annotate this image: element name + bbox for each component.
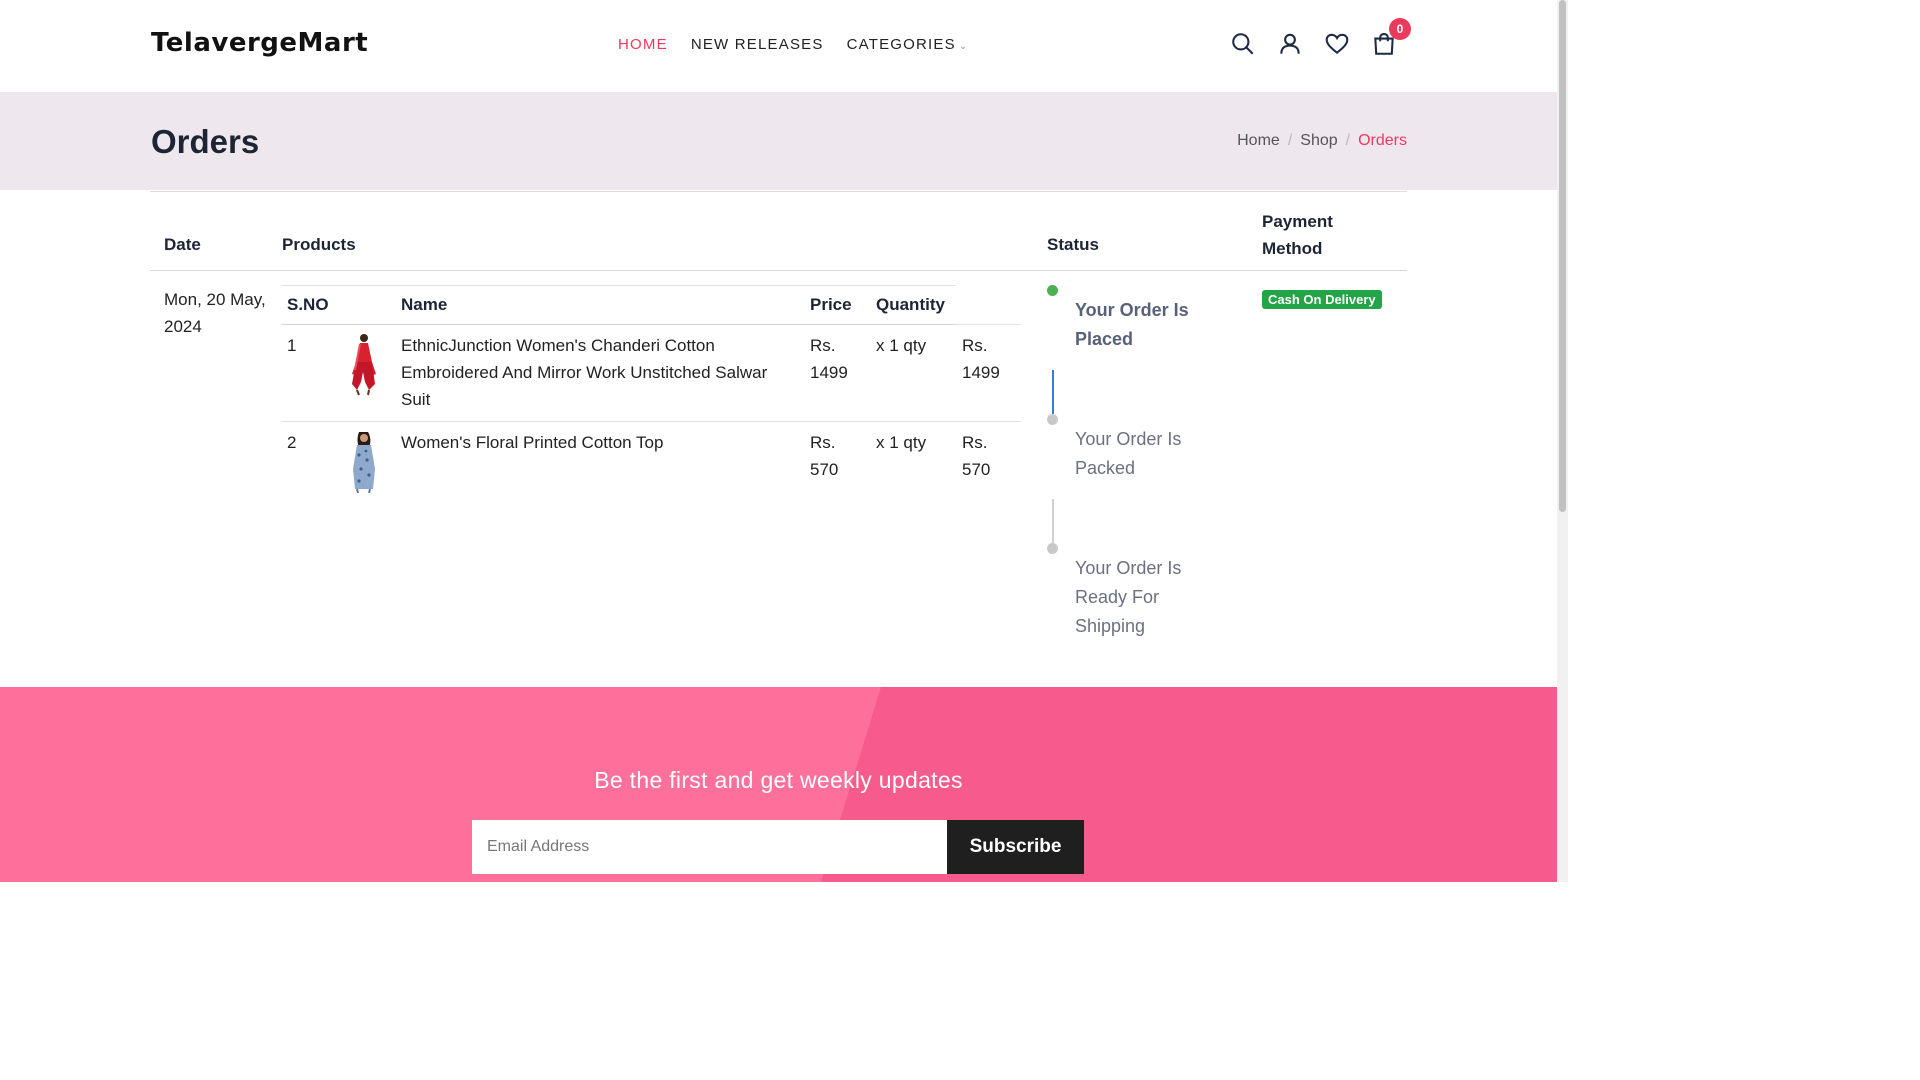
- header-icons: 0: [1230, 18, 1411, 58]
- status-dot: [1047, 543, 1058, 554]
- product-sno: 1: [281, 324, 337, 422]
- site-logo[interactable]: TelavergeMart: [151, 28, 368, 58]
- header-date: Date: [164, 235, 201, 254]
- col-price: Price: [804, 285, 870, 325]
- status-label: Your Order Is Packed: [1075, 429, 1182, 478]
- status-dot: [1047, 285, 1058, 296]
- header-payment-method: Payment Method: [1262, 212, 1333, 258]
- product-image[interactable]: [337, 422, 395, 512]
- breadcrumb: Home / Shop / Orders: [1237, 132, 1407, 150]
- status-connector: [1052, 499, 1054, 543]
- payment-method-badge: Cash On Delivery: [1262, 290, 1382, 309]
- nav-categories-label: CATEGORIES: [846, 36, 956, 53]
- header-products: Products: [282, 235, 356, 254]
- page-scrollbar[interactable]: [1557, 0, 1568, 882]
- col-quantity: Quantity: [870, 285, 956, 325]
- heart-icon[interactable]: [1324, 30, 1350, 58]
- col-total: [956, 285, 1021, 325]
- breadcrumb-home[interactable]: Home: [1237, 132, 1280, 149]
- breadcrumb-separator: /: [1287, 132, 1293, 149]
- newsletter-section: Be the first and get weekly updates Subs…: [0, 687, 1557, 882]
- product-name[interactable]: Women's Floral Printed Cotton Top: [395, 422, 804, 512]
- header-status: Status: [1047, 235, 1099, 254]
- product-quantity: x 1 qty: [876, 433, 927, 452]
- col-image: [337, 285, 395, 325]
- subscribe-button[interactable]: Subscribe: [947, 820, 1084, 874]
- chevron-down-icon: ⌄: [958, 41, 969, 52]
- order-products-table: S.NO Name Price Quantity 1 EthnicJunctio…: [281, 285, 1021, 512]
- site-header: TelavergeMart HOME NEW RELEASES CATEGORI…: [0, 0, 1557, 93]
- nav-home[interactable]: HOME: [618, 36, 668, 53]
- scrollbar-thumb[interactable]: [1559, 0, 1566, 512]
- status-connector: [1052, 370, 1054, 414]
- search-icon[interactable]: [1230, 30, 1256, 58]
- main-nav: HOME NEW RELEASES CATEGORIES ⌄: [618, 36, 968, 53]
- col-sno: S.NO: [281, 285, 337, 325]
- user-icon[interactable]: [1277, 30, 1303, 58]
- order-status-tracker: Your Order Is Placed Your Order Is Packe…: [1047, 284, 1207, 671]
- status-label: Your Order Is Ready For Shipping: [1075, 558, 1182, 636]
- page-title-band: Orders Home / Shop / Orders: [0, 93, 1557, 190]
- orders-table-header: Date Products Status Payment Method: [150, 191, 1407, 271]
- nav-categories[interactable]: CATEGORIES ⌄: [847, 36, 969, 53]
- orders-table: Date Products Status Payment Method: [150, 191, 1407, 271]
- breadcrumb-separator: /: [1345, 132, 1351, 149]
- product-image[interactable]: [337, 324, 395, 422]
- product-price: Rs. 1499: [804, 324, 870, 422]
- status-step-placed: Your Order Is Placed: [1047, 284, 1207, 414]
- product-total: Rs. 570: [962, 433, 991, 479]
- email-input[interactable]: [472, 820, 947, 874]
- product-row: 1 EthnicJunction Women's Chanderi Cotton…: [281, 324, 1021, 422]
- col-name: Name: [395, 285, 804, 325]
- status-step-packed: Your Order Is Packed: [1047, 413, 1207, 543]
- status-step-ready: Your Order Is Ready For Shipping: [1047, 542, 1207, 671]
- newsletter-title: Be the first and get weekly updates: [594, 767, 963, 793]
- product-row: 2 Women's Floral Printed Cotton Top Rs. …: [281, 422, 1021, 512]
- cart-icon[interactable]: 0: [1371, 18, 1411, 58]
- status-dot: [1047, 414, 1058, 425]
- product-total: Rs. 1499: [956, 324, 1021, 422]
- floral-top-image: [353, 432, 375, 494]
- product-quantity: x 1 qty: [870, 324, 956, 422]
- cart-count-badge: 0: [1389, 18, 1411, 40]
- breadcrumb-current: Orders: [1358, 132, 1407, 149]
- nav-new-releases[interactable]: NEW RELEASES: [691, 36, 824, 53]
- product-name[interactable]: EthnicJunction Women's Chanderi Cotton E…: [395, 324, 804, 422]
- order-date: Mon, 20 May, 2024: [164, 290, 266, 336]
- status-label: Your Order Is Placed: [1075, 300, 1189, 349]
- salwar-suit-image: [352, 334, 376, 396]
- page-title: Orders: [151, 123, 260, 160]
- product-price: Rs. 570: [810, 433, 839, 479]
- product-sno: 2: [287, 433, 297, 452]
- breadcrumb-shop[interactable]: Shop: [1300, 132, 1337, 149]
